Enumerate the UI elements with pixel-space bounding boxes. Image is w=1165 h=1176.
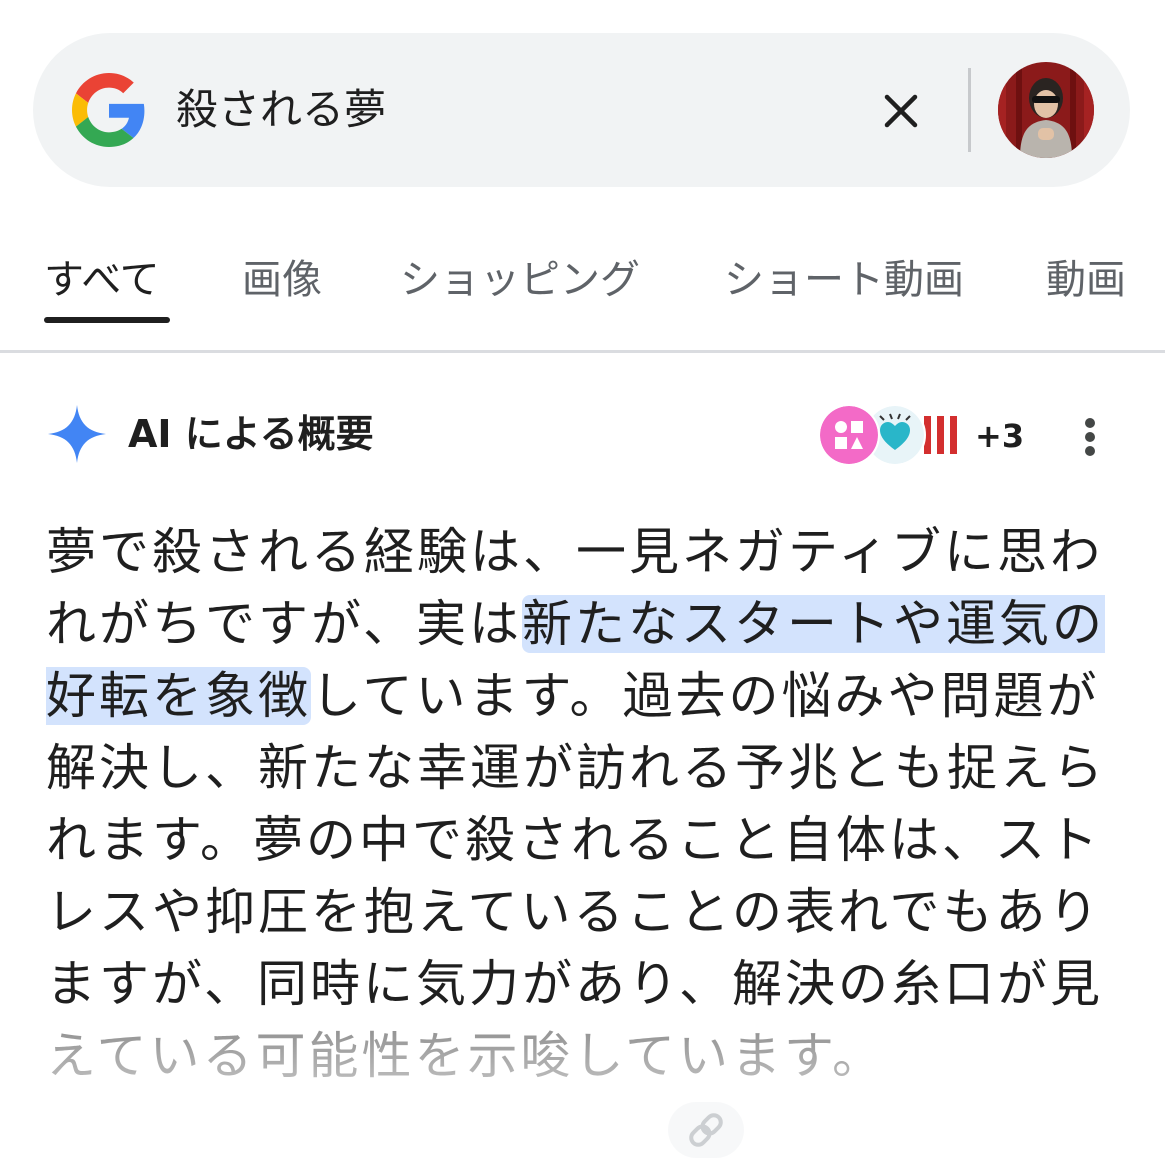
ai-overview-title: AI による概要 <box>128 412 374 456</box>
tab-videos[interactable]: 動画 <box>1046 252 1126 308</box>
active-tab-indicator <box>44 317 170 323</box>
search-input[interactable]: 殺される夢 <box>176 80 386 140</box>
more-sources-count[interactable]: +3 <box>975 414 1024 458</box>
link-icon[interactable] <box>668 1102 744 1158</box>
body-text-after: しています。過去の悩みや問題が解決し、新たな幸運が訪れる予兆とも捉えられます。夢… <box>46 667 1106 1085</box>
tab-all[interactable]: すべて <box>44 252 160 308</box>
search-tabs: すべて 画像 ショッピング ショート動画 動画 <box>0 240 1165 352</box>
search-bar-divider <box>968 68 971 152</box>
tab-images[interactable]: 画像 <box>242 252 322 308</box>
search-results-page: 殺される夢 すべて 画像 ショッピング ショート動画 動画 AI による概要 +… <box>0 0 1165 1176</box>
ai-overview-body: 夢で殺される経験は、一見ネガティブに思われがちですが、実は新たなスタートや運気の… <box>46 516 1126 1092</box>
tab-shopping[interactable]: ショッピング <box>400 252 640 308</box>
close-icon[interactable] <box>872 82 930 140</box>
avatar-photo <box>998 62 1094 158</box>
tab-short-videos[interactable]: ショート動画 <box>724 252 964 308</box>
more-vert-icon[interactable] <box>1074 414 1106 460</box>
tabs-divider <box>0 350 1165 353</box>
google-g-icon <box>72 73 145 147</box>
source-favicons[interactable] <box>818 404 972 466</box>
sparkle-icon <box>48 405 106 463</box>
avatar[interactable] <box>998 62 1094 158</box>
source-icon-1 <box>818 404 880 466</box>
